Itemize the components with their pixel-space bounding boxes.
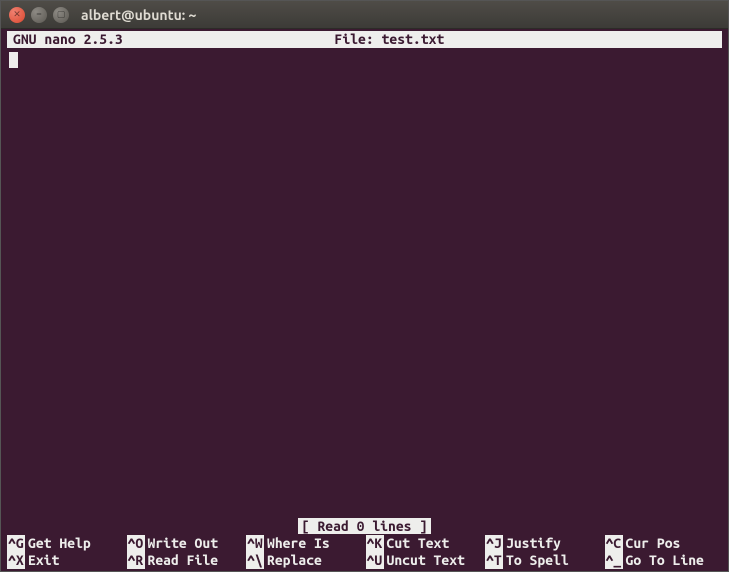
- keycap: ^_: [605, 552, 623, 569]
- shortcut-label: Cut Text: [384, 535, 450, 552]
- maximize-icon[interactable]: ▢: [53, 7, 69, 23]
- keycap: ^J: [485, 535, 503, 552]
- keycap: ^C: [605, 535, 623, 552]
- keycap: ^O: [127, 535, 145, 552]
- shortcut-label: Go To Line: [623, 552, 704, 569]
- nano-file-label: File: test.txt: [63, 31, 716, 48]
- shortcut-uncut-text: ^U Uncut Text: [366, 552, 486, 569]
- shortcut-label: Exit: [25, 552, 59, 569]
- shortcut-cut-text: ^K Cut Text: [366, 535, 486, 552]
- shortcut-label: Justify: [503, 535, 561, 552]
- shortcut-label: Uncut Text: [384, 552, 465, 569]
- keycap: ^G: [7, 535, 25, 552]
- shortcut-row-2: ^X Exit ^R Read File ^\ Replace ^U Uncut…: [5, 552, 724, 569]
- shortcut-justify: ^J Justify: [485, 535, 605, 552]
- nano-header: GNU nano 2.5.3 File: test.txt: [7, 31, 722, 48]
- keycap: ^\: [246, 552, 264, 569]
- editor-buffer[interactable]: [5, 48, 724, 518]
- shortcut-label: Read File: [145, 552, 219, 569]
- shortcut-label: To Spell: [503, 552, 569, 569]
- status-message: [ Read 0 lines ]: [298, 518, 431, 534]
- shortcut-replace: ^\ Replace: [246, 552, 366, 569]
- shortcut-where-is: ^W Where Is: [246, 535, 366, 552]
- terminal-area[interactable]: GNU nano 2.5.3 File: test.txt [ Read 0 l…: [1, 29, 728, 571]
- keycap: ^T: [485, 552, 503, 569]
- shortcut-get-help: ^G Get Help: [7, 535, 127, 552]
- shortcut-cur-pos: ^C Cur Pos: [605, 535, 725, 552]
- shortcut-go-to-line: ^_ Go To Line: [605, 552, 725, 569]
- status-line: [ Read 0 lines ]: [5, 518, 724, 535]
- shortcut-label: Where Is: [264, 535, 330, 552]
- shortcut-read-file: ^R Read File: [127, 552, 247, 569]
- shortcut-label: Get Help: [25, 535, 91, 552]
- shortcut-write-out: ^O Write Out: [127, 535, 247, 552]
- shortcut-row-1: ^G Get Help ^O Write Out ^W Where Is ^K …: [5, 535, 724, 552]
- keycap: ^W: [246, 535, 264, 552]
- keycap: ^R: [127, 552, 145, 569]
- close-icon[interactable]: ✕: [9, 7, 25, 23]
- shortcut-bar: ^G Get Help ^O Write Out ^W Where Is ^K …: [5, 535, 724, 569]
- shortcut-label: Write Out: [145, 535, 219, 552]
- keycap: ^U: [366, 552, 384, 569]
- window-titlebar: ✕ – ▢ albert@ubuntu: ~: [1, 1, 728, 29]
- shortcut-label: Cur Pos: [623, 535, 681, 552]
- shortcut-label: Replace: [264, 552, 322, 569]
- minimize-icon[interactable]: –: [31, 7, 47, 23]
- keycap: ^X: [7, 552, 25, 569]
- window-title: albert@ubuntu: ~: [81, 7, 196, 23]
- shortcut-exit: ^X Exit: [7, 552, 127, 569]
- keycap: ^K: [366, 535, 384, 552]
- text-cursor: [9, 52, 18, 68]
- shortcut-to-spell: ^T To Spell: [485, 552, 605, 569]
